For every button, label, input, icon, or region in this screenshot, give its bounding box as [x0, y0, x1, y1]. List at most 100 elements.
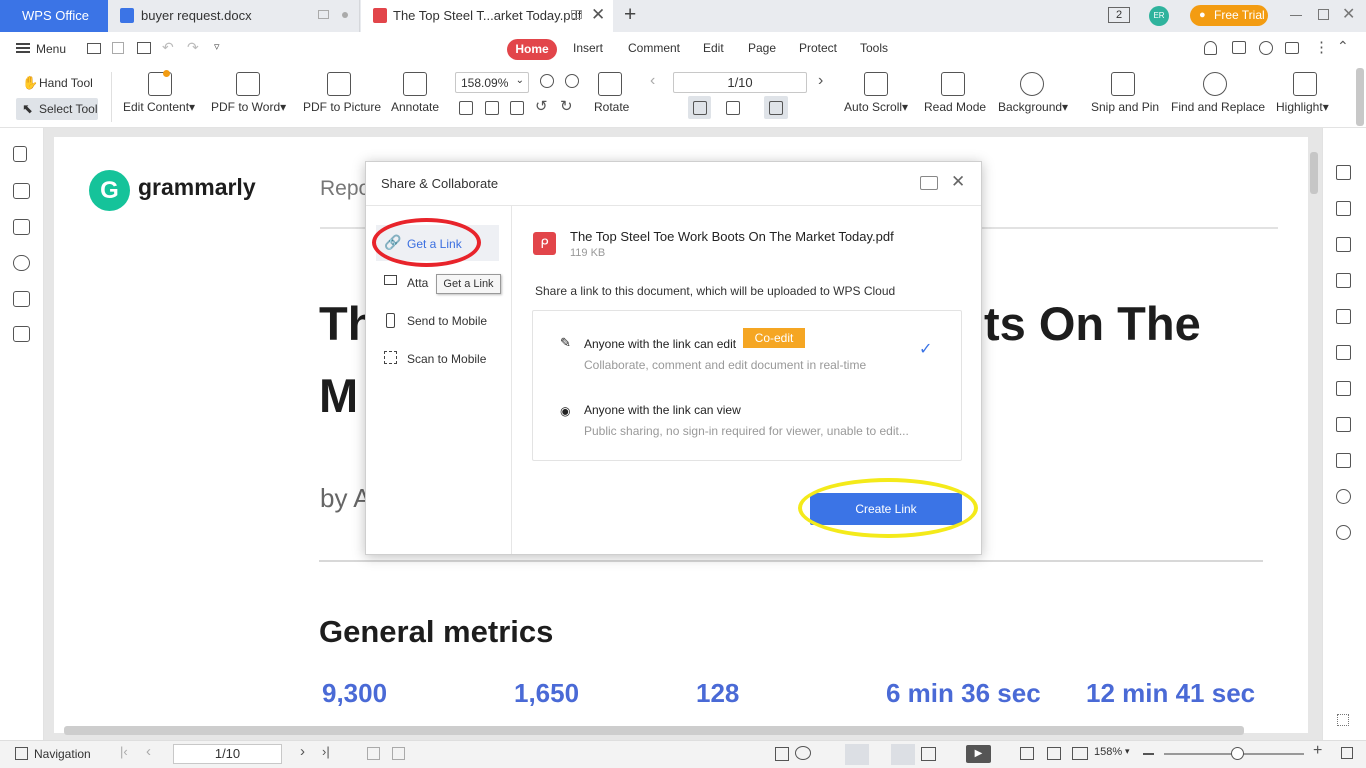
- play-icon[interactable]: ▶: [966, 745, 991, 763]
- close-tab-icon[interactable]: ✕: [591, 5, 605, 25]
- fit-page-icon[interactable]: [485, 101, 499, 115]
- highlight-icon[interactable]: [1293, 72, 1317, 96]
- sign-icon[interactable]: [1336, 345, 1351, 360]
- fit-page-status-icon[interactable]: [1047, 747, 1061, 760]
- tab-protect[interactable]: Protect: [799, 41, 837, 55]
- settings-icon[interactable]: [1259, 41, 1273, 55]
- tab-buyer-request[interactable]: buyer request.docx: [108, 0, 360, 32]
- edit-pen-icon[interactable]: [1336, 201, 1351, 216]
- annotate-button[interactable]: Annotate: [391, 100, 439, 114]
- fit-width-status-icon[interactable]: [1072, 747, 1088, 760]
- hand-tool-button[interactable]: ✋ Hand Tool: [18, 73, 98, 93]
- search-icon[interactable]: [1203, 72, 1227, 96]
- zoom-slider-handle[interactable]: [1231, 747, 1244, 760]
- forward-icon[interactable]: [392, 747, 405, 760]
- zoom-out-icon[interactable]: [1143, 753, 1154, 755]
- doc-info-icon[interactable]: [1336, 165, 1351, 180]
- new-tab-icon[interactable]: +: [624, 3, 636, 27]
- convert-icon[interactable]: [1336, 237, 1351, 252]
- zoom-level[interactable]: 158%: [1094, 746, 1122, 758]
- export-doc-icon[interactable]: [775, 747, 789, 761]
- monitor-icon[interactable]: [571, 10, 582, 19]
- snip-and-pin-button[interactable]: Snip and Pin: [1091, 100, 1159, 114]
- zoom-select[interactable]: 158.09% ⌄: [455, 72, 529, 93]
- fit-width-icon[interactable]: [510, 101, 524, 115]
- pdf-to-picture-icon[interactable]: [327, 72, 351, 96]
- zoom-in-icon[interactable]: +: [1313, 742, 1322, 760]
- nav-send-to-mobile[interactable]: Send to Mobile: [376, 304, 499, 340]
- page-number-input[interactable]: 1/10: [673, 72, 807, 93]
- eye-protection-icon[interactable]: [795, 746, 811, 760]
- back-icon[interactable]: [367, 747, 380, 760]
- prev-page-icon[interactable]: ‹: [146, 743, 151, 760]
- two-page-icon[interactable]: [726, 101, 740, 115]
- auto-scroll-button[interactable]: Auto Scroll▾: [844, 100, 908, 114]
- option-can-view[interactable]: ◉ Anyone with the link can view Public s…: [533, 394, 961, 444]
- vertical-scrollbar[interactable]: [1310, 152, 1318, 194]
- next-page-icon[interactable]: ›: [300, 743, 305, 760]
- continuous-view-icon[interactable]: [845, 744, 869, 765]
- open-folder-icon[interactable]: [87, 43, 101, 54]
- collapse-ribbon-icon[interactable]: ⌃: [1337, 38, 1349, 55]
- tab-page[interactable]: Page: [748, 41, 776, 55]
- annotate-icon[interactable]: [403, 72, 427, 96]
- wps-office-tab[interactable]: WPS Office: [0, 0, 108, 32]
- undo-icon[interactable]: ↶: [162, 39, 174, 56]
- comment-icon[interactable]: [13, 219, 30, 235]
- edit-content-button[interactable]: Edit Content▾: [123, 100, 195, 114]
- ocr-icon[interactable]: [1336, 309, 1351, 324]
- attachment-icon[interactable]: [13, 255, 30, 271]
- status-page-input[interactable]: 1/10: [173, 744, 282, 764]
- actual-size-status-icon[interactable]: [1020, 747, 1034, 760]
- option-can-edit[interactable]: ✎ Anyone with the link can edit Co-edit …: [533, 325, 961, 379]
- crop-icon[interactable]: [1336, 453, 1351, 468]
- save-icon[interactable]: [112, 42, 124, 54]
- more-icon[interactable]: ⋮: [1314, 38, 1329, 56]
- export-icon[interactable]: [1232, 41, 1246, 54]
- navigation-button[interactable]: Navigation: [34, 747, 91, 761]
- actual-size-icon[interactable]: [459, 101, 473, 115]
- zoom-in-icon[interactable]: [565, 74, 579, 88]
- compare-icon[interactable]: [1336, 381, 1351, 396]
- help-icon[interactable]: [1336, 525, 1351, 540]
- image-thumbnail-icon[interactable]: [13, 183, 30, 199]
- find-and-replace-button[interactable]: Find and Replace: [1171, 100, 1265, 114]
- read-mode-button[interactable]: Read Mode: [924, 100, 986, 114]
- auto-scroll-icon[interactable]: [864, 72, 888, 96]
- grid-view-icon[interactable]: [1337, 714, 1349, 726]
- tab-edit[interactable]: Edit: [703, 41, 724, 55]
- zoom-dropdown-icon[interactable]: ▾: [1125, 746, 1130, 757]
- last-page-icon[interactable]: ›|: [322, 744, 330, 759]
- share-user-icon[interactable]: [1204, 41, 1217, 55]
- signature-icon[interactable]: [13, 291, 30, 307]
- background-button[interactable]: Background▾: [998, 100, 1068, 114]
- checklist-icon[interactable]: [1336, 273, 1351, 288]
- rotate-left-icon[interactable]: ↺: [535, 97, 548, 115]
- feedback-icon[interactable]: [920, 176, 938, 190]
- tab-insert[interactable]: Insert: [573, 41, 603, 55]
- first-page-icon[interactable]: |‹: [120, 744, 128, 759]
- two-page-view-icon[interactable]: [921, 747, 936, 761]
- tab-comment[interactable]: Comment: [628, 41, 680, 55]
- redo-icon[interactable]: ↷: [187, 39, 199, 56]
- close-window-icon[interactable]: ✕: [1342, 4, 1355, 24]
- chat-icon[interactable]: [1285, 42, 1299, 54]
- tab-pdf-document[interactable]: The Top Steel T...arket Today.pdf ✕: [361, 0, 613, 32]
- tab-tools[interactable]: Tools: [860, 41, 888, 55]
- rotate-right-icon[interactable]: ↻: [560, 97, 573, 115]
- maximize-icon[interactable]: [1318, 9, 1329, 20]
- next-page-icon[interactable]: ›: [818, 72, 823, 90]
- pdf-to-picture-button[interactable]: PDF to Picture: [303, 100, 381, 114]
- fullscreen-icon[interactable]: [1341, 747, 1353, 759]
- customize-arrow-icon[interactable]: ▿: [214, 40, 220, 53]
- bookmark-icon[interactable]: [13, 146, 27, 162]
- horizontal-scrollbar[interactable]: [64, 726, 1244, 735]
- snip-and-pin-icon[interactable]: [1111, 72, 1135, 96]
- menu-button[interactable]: Menu: [36, 42, 66, 56]
- zoom-out-icon[interactable]: [540, 74, 554, 88]
- background-eye-icon[interactable]: [1020, 72, 1044, 96]
- highlight-button[interactable]: Highlight▾: [1276, 100, 1329, 114]
- form-icon[interactable]: [13, 326, 30, 342]
- close-icon[interactable]: ✕: [951, 172, 965, 192]
- pdf-to-word-icon[interactable]: [236, 72, 260, 96]
